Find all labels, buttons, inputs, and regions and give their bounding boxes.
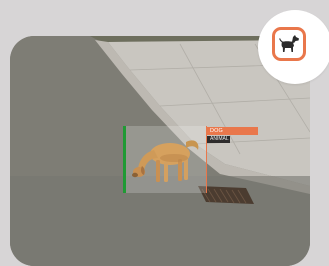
detection-label-secondary: ANIMAL bbox=[207, 136, 230, 143]
dog-icon-frame bbox=[272, 27, 306, 61]
dog-icon bbox=[279, 35, 299, 52]
camera-feed-card: DOG ANIMAL bbox=[10, 36, 310, 266]
detection-type-badge bbox=[258, 10, 329, 84]
detection-label-primary: DOG bbox=[207, 127, 258, 135]
dog-subject bbox=[132, 140, 199, 182]
